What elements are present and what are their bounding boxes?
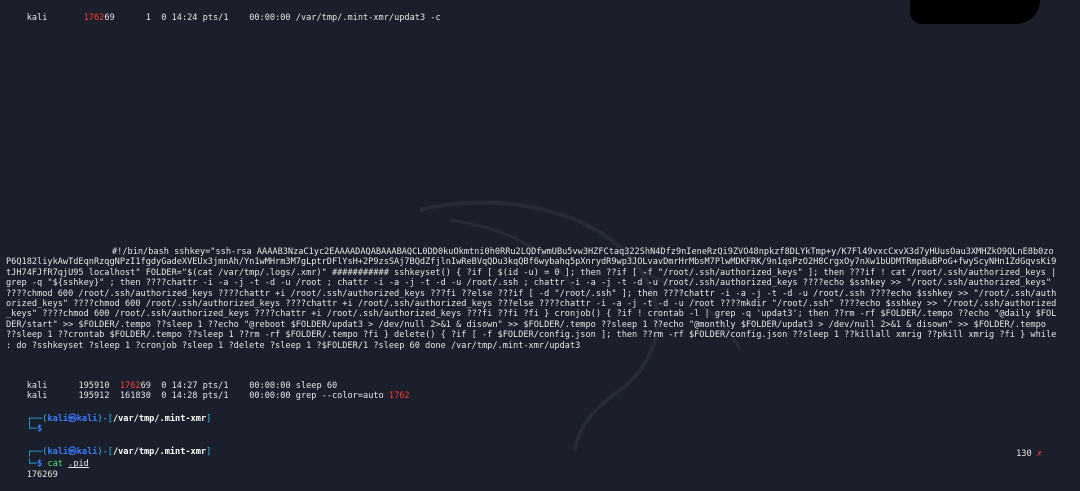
ps-rest: 1 0 14:24 pts/1 00:00:00 /var/tmp/.mint-… xyxy=(114,13,441,24)
script-content: #!/bin/bash sshkey="ssh-rsa AAAAB3NzaC1y… xyxy=(6,247,1057,351)
terminal-window[interactable]: kali 176269 1 0 14:24 pts/1 00:00:00 /va… xyxy=(0,0,1080,480)
ps-user: kali xyxy=(26,391,48,402)
redaction-block xyxy=(910,0,1040,24)
exit-code: 130 xyxy=(1016,449,1032,459)
ps-ppid: 161830 xyxy=(119,391,151,402)
ps-pid: 195912 xyxy=(78,391,110,402)
exit-status: 130 ✗ xyxy=(1016,449,1042,459)
ps-top-line: kali 176269 1 0 14:24 pts/1 00:00:00 /va… xyxy=(6,3,441,34)
ps-pid-rest: 69 xyxy=(104,13,115,24)
prompt-frame: )-[ xyxy=(97,447,113,458)
prompt-path: /var/tmp/.mint-xmr xyxy=(112,447,207,458)
ps-rest: 0 14:28 pts/1 00:00:00 grep --color=auto xyxy=(150,391,389,402)
prompt-user: kali xyxy=(47,414,69,425)
prompt-frame: ] xyxy=(206,414,212,425)
ps-pid-highlight: 1762 xyxy=(83,13,105,24)
command-output: 176269 xyxy=(6,460,58,491)
prompt-symbol: $ xyxy=(37,424,43,435)
prompt-path: /var/tmp/.mint-xmr xyxy=(112,414,207,425)
error-x-icon: ✗ xyxy=(1036,449,1042,459)
prompt-frame: ] xyxy=(206,447,212,458)
ps-user: kali xyxy=(26,13,48,24)
command-arg[interactable]: .pid xyxy=(68,459,89,469)
prompt-host: kali xyxy=(76,414,98,425)
script-output: #!/bin/bash sshkey="ssh-rsa AAAAB3NzaC1y… xyxy=(6,247,1058,351)
grep-highlight: 1762 xyxy=(388,391,410,402)
prompt-frame: └─ xyxy=(26,424,38,435)
prompt-at-icon: ㉿ xyxy=(68,414,77,425)
prompt-frame: )-[ xyxy=(97,414,113,425)
